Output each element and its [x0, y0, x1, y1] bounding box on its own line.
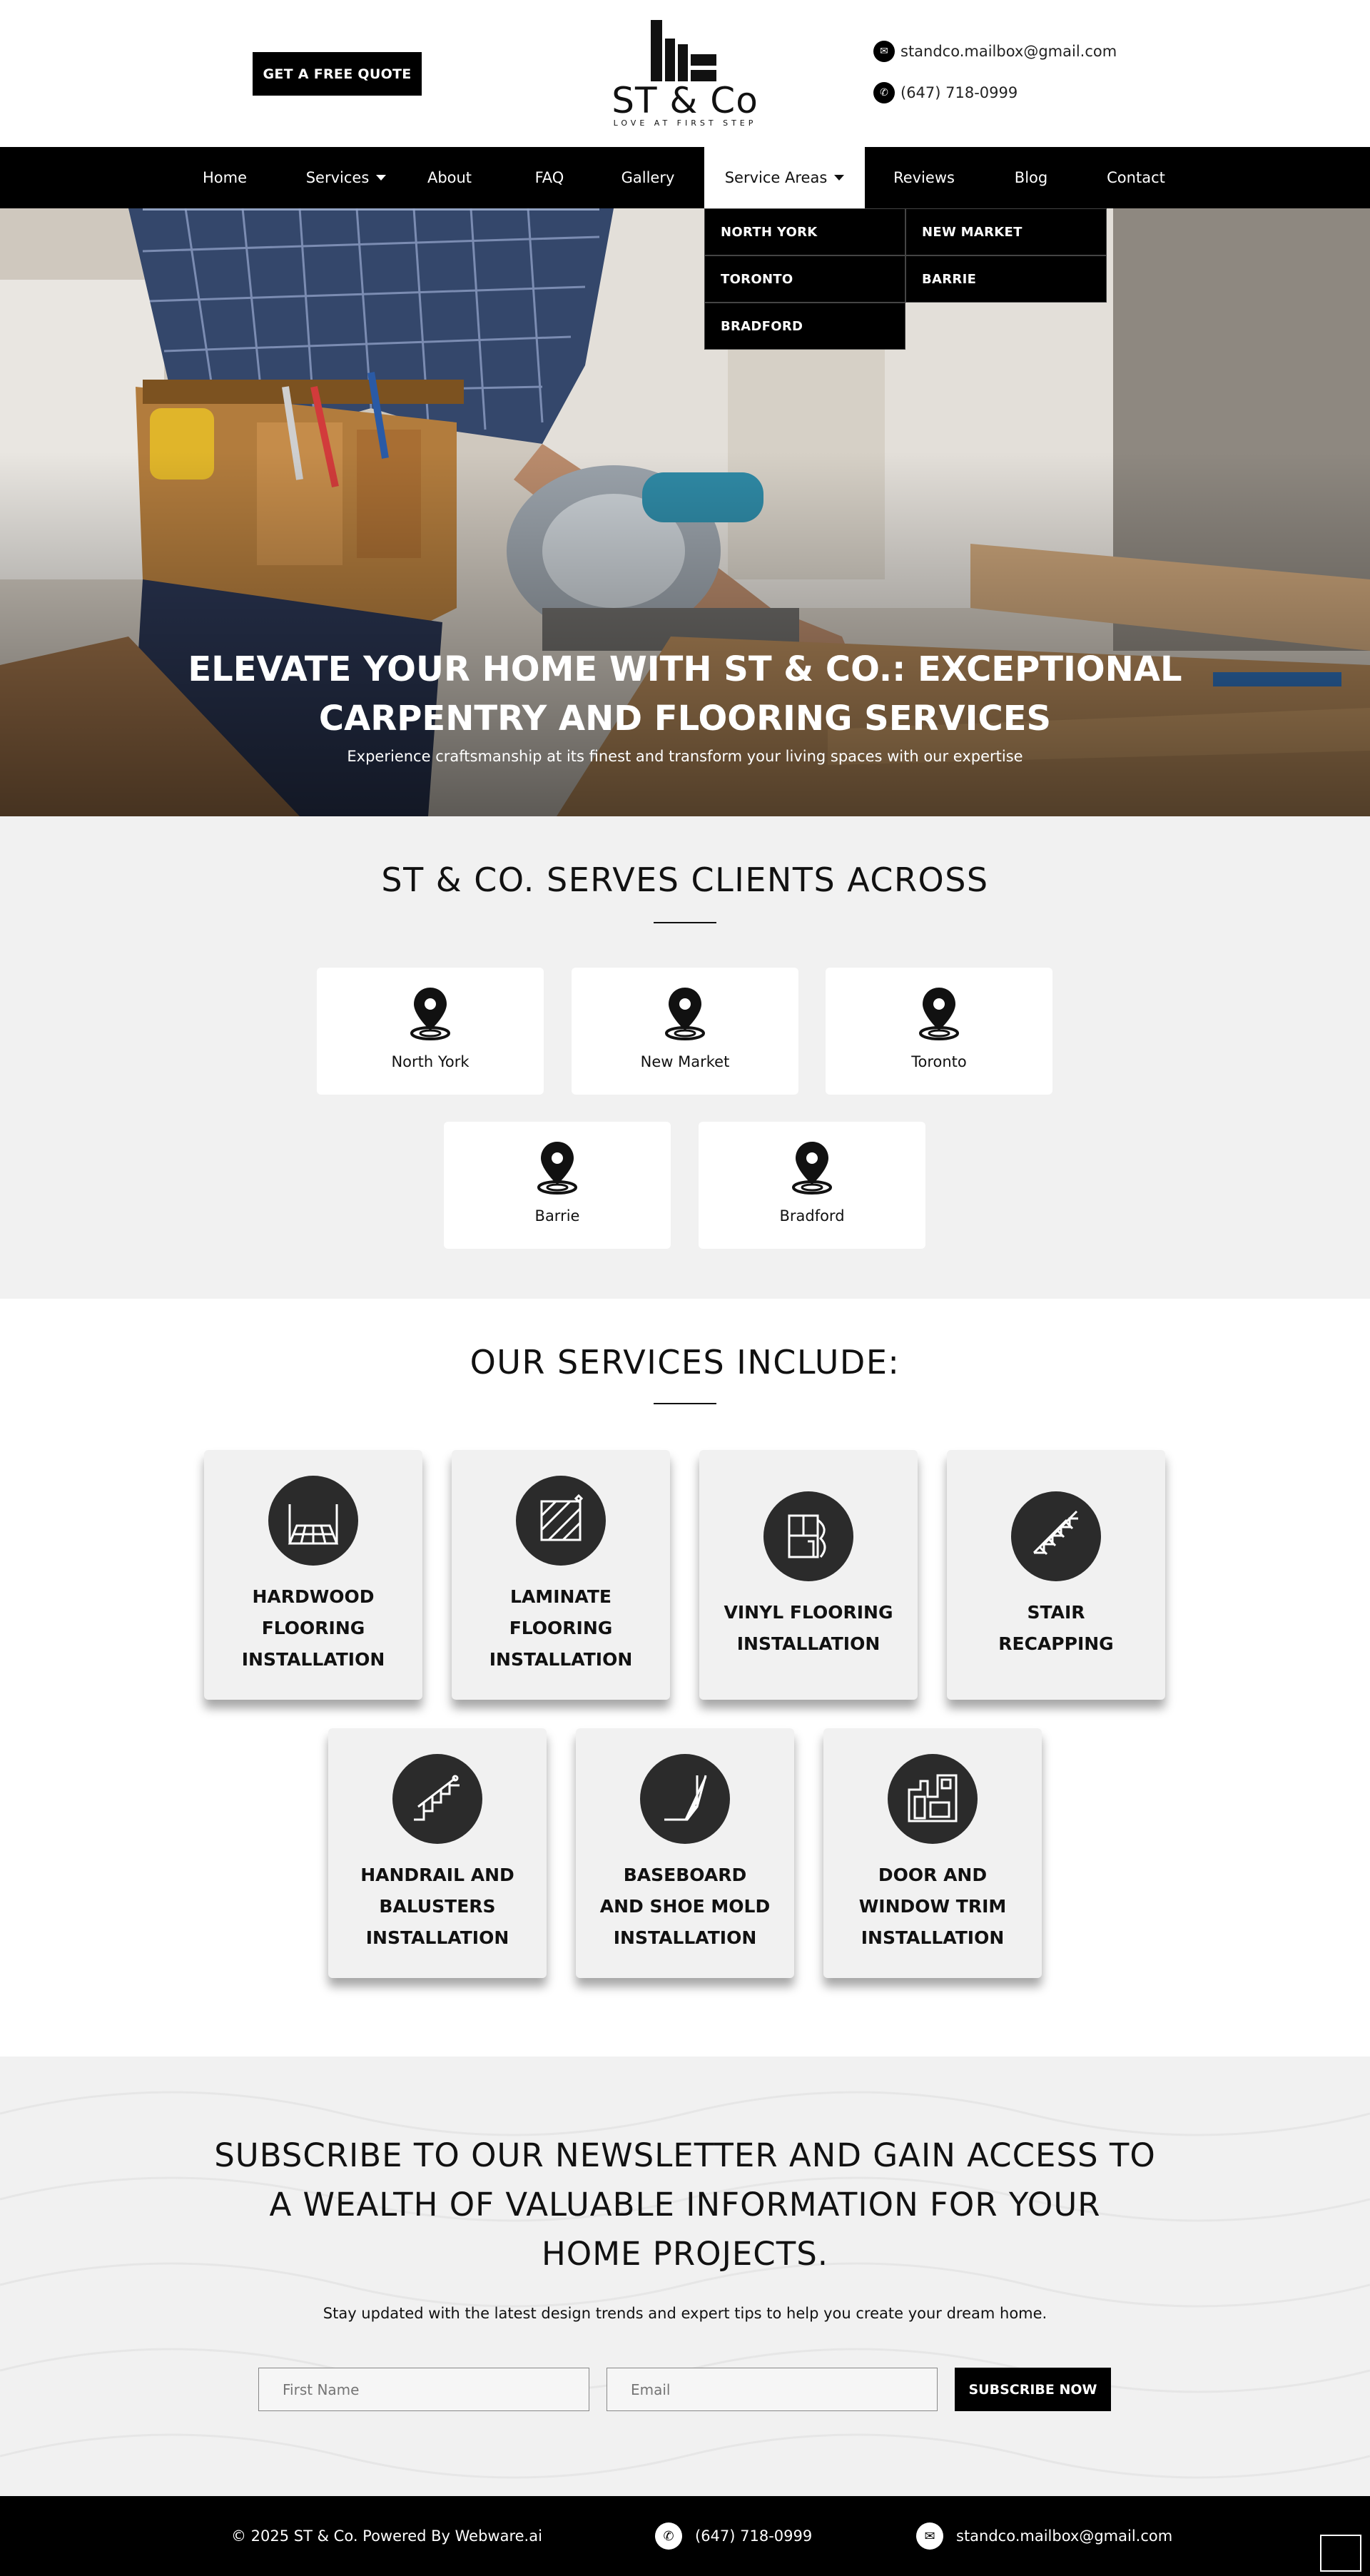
- footer-phone-text: (647) 718-0999: [695, 2527, 813, 2545]
- nav-faq-label: FAQ: [534, 169, 564, 186]
- nav-contact[interactable]: Contact: [1097, 147, 1175, 208]
- nav-service-areas-label: Service Areas: [724, 169, 828, 186]
- header-phone-text: (647) 718-0999: [900, 84, 1018, 101]
- nav-contact-label: Contact: [1107, 169, 1165, 186]
- area-card-new-market[interactable]: New Market: [572, 968, 798, 1095]
- hero-section: ELEVATE YOUR HOME WITH ST & CO.: EXCEPTI…: [0, 208, 1370, 816]
- section-title: OUR SERVICES INCLUDE:: [470, 1343, 900, 1381]
- footer-phone[interactable]: ✆ (647) 718-0999: [655, 2496, 812, 2576]
- stairs-icon: [1011, 1491, 1101, 1581]
- service-card-vinyl[interactable]: VINYL FLOORING INSTALLATION: [699, 1450, 918, 1700]
- phone-icon: ✆: [873, 82, 895, 103]
- service-card-laminate[interactable]: LAMINATE FLOORING INSTALLATION: [452, 1450, 670, 1700]
- footer-email[interactable]: ✉ standco.mailbox@gmail.com: [916, 2496, 1172, 2576]
- nav-service-areas[interactable]: Service Areas: [704, 147, 865, 208]
- area-label: Barrie: [534, 1207, 580, 1224]
- service-card-stair[interactable]: STAIR RECAPPING: [947, 1450, 1165, 1700]
- newsletter-section: SUBSCRIBE TO OUR NEWSLETTER AND GAIN ACC…: [0, 2057, 1370, 2496]
- service-card-baseboard[interactable]: BASEBOARD AND SHOE MOLD INSTALLATION: [576, 1728, 794, 1978]
- subscribe-button[interactable]: SUBSCRIBE NOW: [955, 2368, 1111, 2411]
- area-label: North York: [391, 1053, 470, 1070]
- divider: [654, 922, 716, 923]
- map-pin-icon: [792, 1142, 832, 1195]
- nav-reviews[interactable]: Reviews: [885, 147, 963, 208]
- service-title: STAIR RECAPPING: [998, 1602, 1114, 1654]
- service-card-hardwood[interactable]: HARDWOOD FLOORING INSTALLATION: [204, 1450, 422, 1700]
- area-card-barrie[interactable]: Barrie: [444, 1122, 671, 1249]
- back-to-top-button[interactable]: [1320, 2535, 1361, 2572]
- nav-services[interactable]: Services: [300, 147, 392, 208]
- nav-home[interactable]: Home: [193, 147, 257, 208]
- service-title: VINYL FLOORING INSTALLATION: [724, 1602, 893, 1654]
- site-logo[interactable]: ST & Co LOVE AT FIRST STEP: [607, 17, 763, 131]
- footer-copyright: © 2025 ST & Co. Powered By Webware.ai: [231, 2527, 542, 2545]
- header-email-text: standco.mailbox@gmail.com: [900, 43, 1117, 60]
- header-email[interactable]: ✉ standco.mailbox@gmail.com: [873, 41, 1117, 62]
- divider: [654, 1403, 716, 1404]
- map-pin-icon: [410, 988, 450, 1040]
- laminate-icon: [516, 1476, 606, 1566]
- service-card-door-trim[interactable]: DOOR AND WINDOW TRIM INSTALLATION: [823, 1728, 1042, 1978]
- nav-services-label: Services: [305, 169, 370, 186]
- logo-tagline: LOVE AT FIRST STEP: [613, 118, 757, 128]
- logo-bars-icon: [651, 17, 722, 81]
- area-card-north-york[interactable]: North York: [317, 968, 544, 1095]
- site-footer: © 2025 ST & Co. Powered By Webware.ai ✆ …: [0, 2496, 1370, 2576]
- area-card-toronto[interactable]: Toronto: [826, 968, 1052, 1095]
- map-pin-icon: [665, 988, 705, 1040]
- envelope-icon: ✉: [873, 41, 895, 62]
- nav-blog[interactable]: Blog: [999, 147, 1063, 208]
- area-card-bradford[interactable]: Bradford: [699, 1122, 925, 1249]
- nav-home-label: Home: [202, 169, 247, 186]
- area-label: Bradford: [779, 1207, 845, 1224]
- map-pin-icon: [537, 1142, 577, 1195]
- dropdown-item-toronto[interactable]: TORONTO: [704, 255, 905, 303]
- service-title: BASEBOARD AND SHOE MOLD INSTALLATION: [599, 1865, 771, 1948]
- site-header: GET A FREE QUOTE ST & Co LOVE AT FIRST S…: [0, 0, 1370, 147]
- logo-name: ST & Co: [612, 80, 758, 121]
- free-quote-button[interactable]: GET A FREE QUOTE: [253, 52, 422, 96]
- nav-about-label: About: [427, 169, 472, 186]
- door-trim-icon: [888, 1754, 978, 1844]
- newsletter-title: SUBSCRIBE TO OUR NEWSLETTER AND GAIN ACC…: [214, 2136, 1156, 2273]
- envelope-icon: ✉: [916, 2522, 943, 2550]
- chevron-down-icon: [376, 175, 387, 181]
- dropdown-item-barrie[interactable]: BARRIE: [905, 255, 1107, 303]
- nav-faq[interactable]: FAQ: [521, 147, 578, 208]
- dropdown-item-new-market[interactable]: NEW MARKET: [905, 208, 1107, 255]
- nav-blog-label: Blog: [1014, 169, 1048, 186]
- area-label: New Market: [640, 1053, 730, 1070]
- chevron-down-icon: [834, 175, 845, 181]
- service-card-handrail[interactable]: HANDRAIL AND BALUSTERS INSTALLATION: [328, 1728, 547, 1978]
- map-pin-icon: [919, 988, 959, 1040]
- vinyl-icon: [763, 1491, 853, 1581]
- section-title: ST & CO. SERVES CLIENTS ACROSS: [381, 861, 989, 899]
- hero-subtitle: Experience craftsmanship at its finest a…: [347, 748, 1023, 765]
- service-areas-section: ST & CO. SERVES CLIENTS ACROSS North Yor…: [0, 816, 1370, 1299]
- service-title: HANDRAIL AND BALUSTERS INSTALLATION: [360, 1865, 514, 1948]
- baseboard-icon: [640, 1754, 730, 1844]
- service-title: HARDWOOD FLOORING INSTALLATION: [241, 1586, 385, 1670]
- nav-reviews-label: Reviews: [893, 169, 955, 186]
- services-section: OUR SERVICES INCLUDE: HARDWOOD FLOORING …: [0, 1299, 1370, 2057]
- first-name-input[interactable]: [258, 2368, 589, 2411]
- dropdown-item-bradford[interactable]: BRADFORD: [704, 303, 905, 350]
- phone-icon: ✆: [655, 2522, 682, 2550]
- dropdown-item-north-york[interactable]: NORTH YORK: [704, 208, 905, 255]
- header-phone[interactable]: ✆ (647) 718-0999: [873, 82, 1018, 103]
- main-nav: Home Services About FAQ Gallery Service …: [0, 147, 1370, 208]
- hero-title: ELEVATE YOUR HOME WITH ST & CO.: EXCEPTI…: [188, 649, 1182, 739]
- area-label: Toronto: [911, 1053, 967, 1070]
- nav-gallery-label: Gallery: [621, 169, 675, 186]
- email-input[interactable]: [607, 2368, 938, 2411]
- nav-about[interactable]: About: [417, 147, 482, 208]
- service-title: LAMINATE FLOORING INSTALLATION: [489, 1586, 633, 1670]
- nav-gallery[interactable]: Gallery: [612, 147, 684, 208]
- hardwood-floor-icon: [268, 1476, 358, 1566]
- handrail-icon: [392, 1754, 482, 1844]
- footer-email-text: standco.mailbox@gmail.com: [956, 2527, 1173, 2545]
- newsletter-subtitle: Stay updated with the latest design tren…: [323, 2305, 1047, 2322]
- service-title: DOOR AND WINDOW TRIM INSTALLATION: [858, 1865, 1007, 1948]
